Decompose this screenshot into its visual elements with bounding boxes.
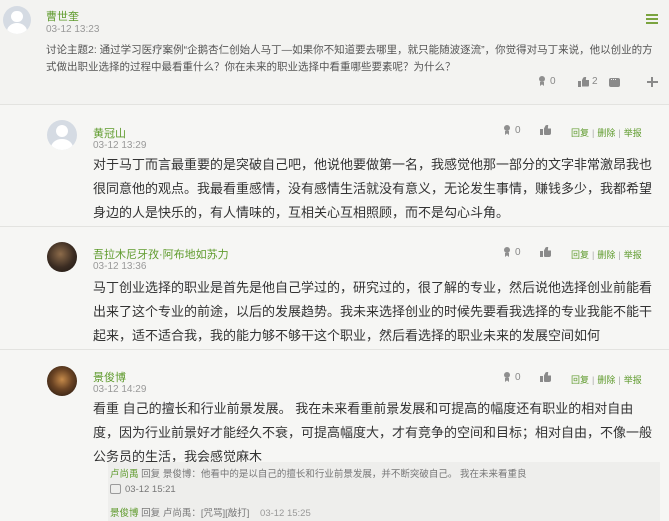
comment-item: 吾拉木尼牙孜·阿布地如苏力 03-12 13:36 0 回复 | 删除 | 举报 马丁创… xyxy=(0,232,669,350)
reply-verb: 回复 xyxy=(141,469,161,480)
report-link[interactable]: 举报 xyxy=(624,128,642,138)
comment-bubble-icon xyxy=(609,74,620,87)
comment-award-button[interactable]: 0 xyxy=(502,247,521,258)
reply-link[interactable]: 回复 xyxy=(571,128,589,138)
reply-link[interactable]: 回复 xyxy=(571,250,589,260)
reply-time: 03-12 15:25 xyxy=(260,508,311,519)
post-award-button[interactable]: 0 xyxy=(537,76,556,87)
comment-action-links: 回复 | 删除 | 举报 xyxy=(571,128,642,138)
reply-meta: 03-12 15:21 xyxy=(110,484,176,495)
reply-item: 景俊博 回复 卢尚禹：[咒骂][敲打] 03-12 15:25 xyxy=(110,505,311,519)
post-comment-button[interactable] xyxy=(609,74,620,87)
reply-author[interactable]: 景俊博 xyxy=(110,508,139,519)
post-topic-text: 讨论主题2: 通过学习医疗案例“企鹅杏仁创始人马丁—如果你不知道要去哪里，就只能… xyxy=(46,44,653,73)
delete-link[interactable]: 删除 xyxy=(597,375,615,385)
delete-link[interactable]: 删除 xyxy=(597,128,615,138)
comment-award-count: 0 xyxy=(515,372,521,383)
post-like-button[interactable]: 2 xyxy=(578,76,598,87)
comment-author-name[interactable]: 吾拉木尼牙孜·阿布地如苏力 xyxy=(93,246,229,262)
comment-time: 03-12 13:29 xyxy=(93,140,147,151)
thumbs-up-icon xyxy=(578,77,589,87)
comment-action-links: 回复 | 删除 | 举报 xyxy=(571,375,642,385)
reply-verb: 回复 xyxy=(141,508,161,519)
post-author-avatar[interactable] xyxy=(3,6,31,34)
comment-time: 03-12 14:29 xyxy=(93,384,147,395)
thumbs-up-icon xyxy=(540,125,551,135)
discussion-post: 曹世奎 03-12 13:23 讨论主题2: 通过学习医疗案例“企鹅杏仁创始人马… xyxy=(0,0,669,105)
reply-text: ：[咒骂][敲打] xyxy=(191,508,250,519)
post-add-button[interactable] xyxy=(647,77,658,87)
comment-award-button[interactable]: 0 xyxy=(502,372,521,383)
comment-time: 03-12 13:36 xyxy=(93,261,147,272)
award-icon xyxy=(537,76,547,87)
thumbs-up-icon xyxy=(540,247,551,257)
reply-text: ：他看中的是以自己的擅长和行业前景发展，并不断突破自己。 我在未来看重良 xyxy=(191,469,527,480)
reply-time: 03-12 15:21 xyxy=(125,484,176,495)
comment-text: 对于马丁而言最重要的是突破自己吧，他说他要做第一名，我感觉他那一部分的文字非常激… xyxy=(93,157,653,220)
award-icon xyxy=(502,247,512,258)
post-like-count: 2 xyxy=(592,76,598,87)
comment-avatar[interactable] xyxy=(47,366,77,396)
comment-like-button[interactable] xyxy=(540,372,551,382)
comment-award-count: 0 xyxy=(515,125,521,136)
comment-award-button[interactable]: 0 xyxy=(502,125,521,136)
comment-text: 看重 自己的擅长和行业前景发展。 我在未来看重前景发展和可提高的幅度还有职业的相… xyxy=(93,401,653,464)
comment-author-name[interactable]: 黄冠山 xyxy=(93,125,126,141)
thumbs-up-icon xyxy=(540,372,551,382)
comment-avatar[interactable] xyxy=(47,242,77,272)
post-award-count: 0 xyxy=(550,76,556,87)
comment-action-links: 回复 | 删除 | 举报 xyxy=(571,250,642,260)
comment-award-count: 0 xyxy=(515,247,521,258)
reply-item: 卢尚禹 回复 景俊博：他看中的是以自己的擅长和行业前景发展，并不断突破自己。 我… xyxy=(110,466,526,480)
award-icon xyxy=(502,125,512,136)
report-link[interactable]: 举报 xyxy=(624,375,642,385)
delete-link[interactable]: 删除 xyxy=(597,250,615,260)
plus-icon xyxy=(647,77,658,87)
reply-link[interactable]: 回复 xyxy=(571,375,589,385)
reply-comment-icon[interactable] xyxy=(110,484,121,495)
post-author-name[interactable]: 曹世奎 xyxy=(46,8,79,24)
comment-text: 马丁创业选择的职业是首先是他自己学过的，研究过的，很了解的专业，然后说他选择创业… xyxy=(93,280,653,343)
comment-item: 黄冠山 03-12 13:29 0 回复 | 删除 | 举报 对于马丁而言最重要的是突破… xyxy=(0,112,669,227)
report-link[interactable]: 举报 xyxy=(624,250,642,260)
reply-thread: 卢尚禹 回复 景俊博：他看中的是以自己的擅长和行业前景发展，并不断突破自己。 我… xyxy=(108,462,660,521)
comment-like-button[interactable] xyxy=(540,247,551,257)
reply-author[interactable]: 卢尚禹 xyxy=(110,469,139,480)
comment-avatar[interactable] xyxy=(47,120,77,150)
post-time: 03-12 13:23 xyxy=(46,24,100,35)
comment-author-name[interactable]: 景俊博 xyxy=(93,369,126,385)
comment-like-button[interactable] xyxy=(540,125,551,135)
award-icon xyxy=(502,372,512,383)
reply-target[interactable]: 景俊博 xyxy=(163,469,192,480)
reply-target[interactable]: 卢尚禹 xyxy=(163,508,192,519)
menu-icon[interactable] xyxy=(646,14,658,24)
